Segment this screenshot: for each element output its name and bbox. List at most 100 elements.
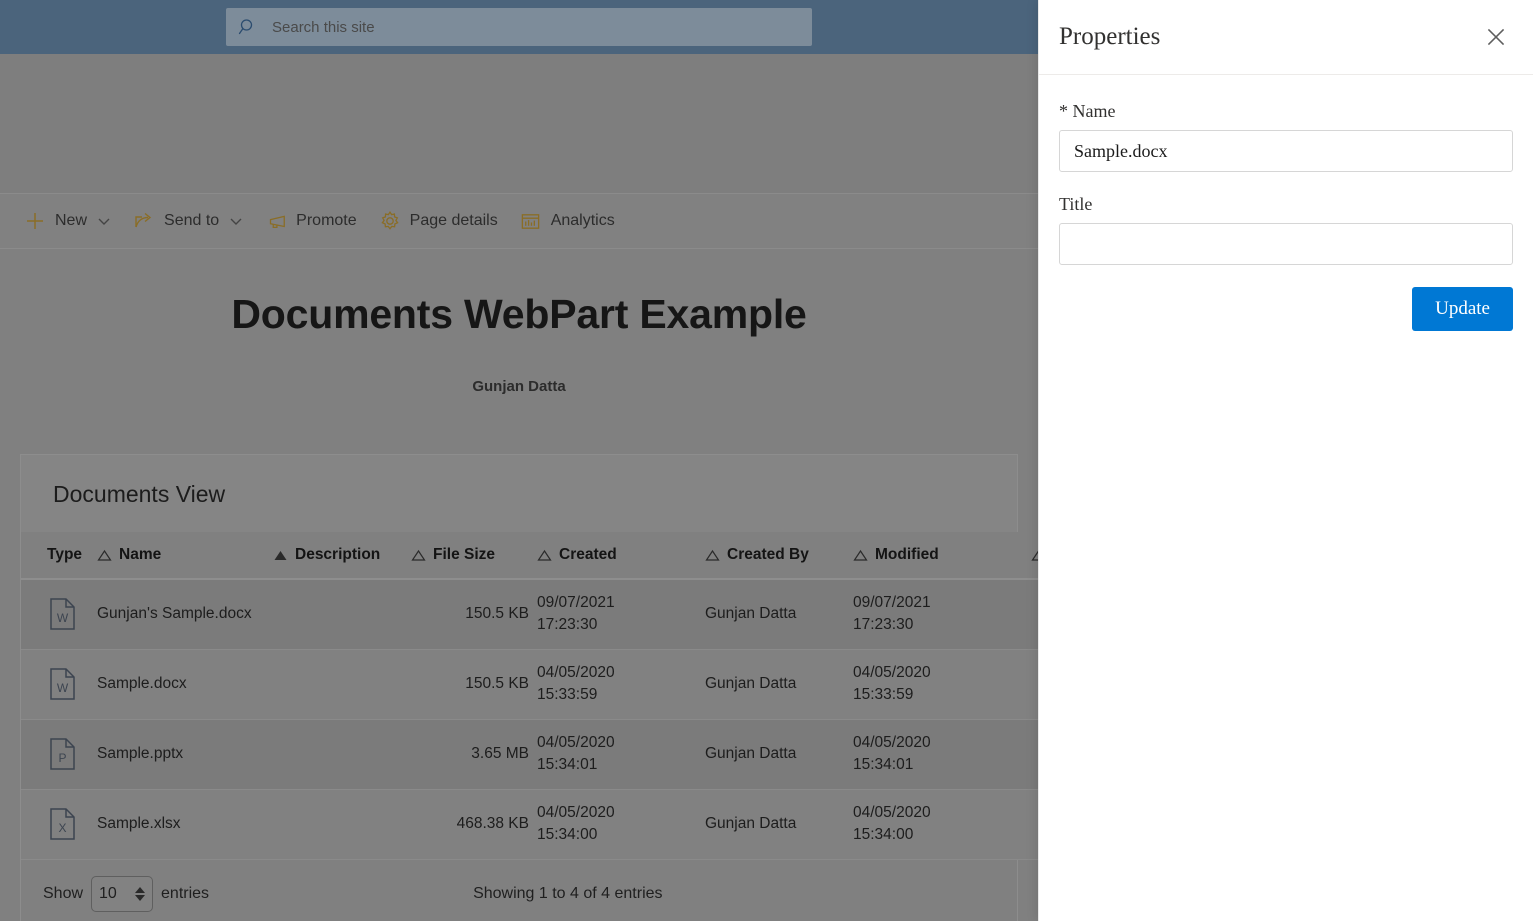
cell-created-date: 04/05/2020 (537, 663, 615, 681)
close-icon[interactable] (1479, 20, 1513, 54)
command-promote[interactable]: Promote (255, 201, 366, 241)
cell-created-time: 17:23:30 (537, 616, 598, 634)
cell-created: 04/05/2020 15:33:59 (537, 649, 705, 720)
column-header-type-label: Type (47, 546, 83, 563)
cell-modified-date: 04/05/2020 (853, 663, 931, 681)
show-entries-control: Show 10 entries (43, 875, 210, 912)
cell-filesize: 468.38 KB (411, 789, 537, 860)
page-title: Documents WebPart Example (231, 291, 807, 337)
column-header-filesize[interactable]: File Size (411, 532, 537, 580)
sort-ascending-icon[interactable] (411, 549, 426, 562)
table-row[interactable]: W Gunjan's Sample.docx 150.5 KB 09/07/20… (21, 579, 1038, 650)
cell-created: 04/05/2020 15:34:00 (537, 789, 705, 860)
sharepoint-page: New Send to (0, 0, 1038, 921)
sort-ascending-icon[interactable] (537, 549, 552, 562)
command-send-to[interactable]: Send to (123, 201, 253, 241)
svg-text:X: X (58, 821, 66, 835)
properties-panel: Properties * Name Title Update (1038, 0, 1533, 921)
cell-description (273, 649, 411, 720)
command-page-details[interactable]: Page details (369, 201, 508, 241)
panel-body: * Name Title Update (1039, 75, 1533, 331)
gear-icon (379, 210, 401, 232)
webpart-title: Documents View (53, 481, 226, 507)
table-row[interactable]: P Sample.pptx 3.65 MB 04/05/2020 15:34:0… (21, 719, 1038, 790)
search-box[interactable] (226, 8, 812, 46)
column-header-created[interactable]: Created (537, 532, 705, 580)
command-promote-label: Promote (296, 212, 357, 229)
column-header-modified[interactable]: Modified (853, 532, 1031, 580)
spinner-down-icon[interactable] (135, 894, 146, 901)
cell-description (273, 719, 411, 790)
page-length-value: 10 (99, 884, 117, 902)
cell-modified: 09/07/2021 17:23:30 (853, 579, 1031, 650)
table-row[interactable]: W Sample.docx 150.5 KB 04/05/2020 15:33:… (21, 649, 1038, 720)
cell-filesize: 150.5 KB (411, 579, 537, 650)
cell-name[interactable]: Sample.docx (97, 649, 273, 720)
sort-ascending-icon[interactable] (705, 549, 720, 562)
cell-modified-time: 15:33:59 (853, 686, 914, 704)
column-header-created-by-label: Created By (727, 546, 809, 563)
cell-modified-by (1031, 789, 1038, 860)
showing-info: Showing 1 to 4 of 4 entries (473, 884, 663, 902)
powerpoint-file-icon: P (47, 737, 89, 771)
spinner-icon[interactable] (135, 886, 146, 901)
command-analytics[interactable]: Analytics (510, 201, 625, 241)
cell-modified: 04/05/2020 15:33:59 (853, 649, 1031, 720)
panel-header: Properties (1039, 0, 1533, 75)
chevron-down-icon (97, 214, 111, 228)
sort-ascending-active-icon[interactable] (273, 549, 288, 562)
cell-created-by: Gunjan Datta (705, 789, 853, 860)
search-input[interactable] (272, 18, 800, 36)
cell-type: W (21, 579, 97, 650)
column-header-type[interactable]: Type (21, 532, 97, 580)
show-entries-suffix: entries (161, 884, 210, 902)
command-analytics-label: Analytics (550, 212, 615, 229)
update-button[interactable]: Update (1412, 287, 1513, 331)
cell-filesize: 3.65 MB (411, 719, 537, 790)
name-field[interactable] (1059, 130, 1513, 172)
cell-created-by: Gunjan Datta (705, 579, 853, 650)
name-field-block: * Name (1059, 101, 1513, 172)
show-entries-prefix: Show (43, 884, 84, 902)
svg-text:W: W (57, 681, 69, 695)
column-header-name[interactable]: Name (97, 532, 273, 580)
column-header-description[interactable]: Description (273, 532, 411, 580)
cell-name[interactable]: Sample.pptx (97, 719, 273, 790)
table-footer: Show 10 entries Showing 1 to 4 of 4 entr… (21, 859, 1017, 921)
cell-type: X (21, 789, 97, 860)
command-new[interactable]: New (14, 201, 121, 241)
documents-webpart: Documents View Type Name Description Fil… (20, 454, 1038, 921)
table-row[interactable]: X Sample.xlsx 468.38 KB 04/05/2020 15:34… (21, 789, 1038, 860)
spinner-up-icon[interactable] (135, 886, 146, 893)
cell-modified-time: 17:23:30 (853, 616, 914, 634)
column-header-modified-by[interactable] (1031, 532, 1038, 580)
cell-modified-date: 04/05/2020 (853, 733, 931, 751)
cell-modified-time: 15:34:00 (853, 826, 914, 844)
plus-icon (24, 210, 46, 232)
command-page-details-label: Page details (409, 212, 498, 229)
command-new-label: New (55, 212, 88, 229)
svg-text:W: W (57, 611, 69, 625)
command-send-to-label: Send to (164, 212, 220, 229)
cell-modified-by (1031, 649, 1038, 720)
page-length-select[interactable]: 10 (91, 875, 154, 912)
column-header-created-by[interactable]: Created By (705, 532, 853, 580)
cell-modified-date: 09/07/2021 (853, 594, 931, 611)
site-header-band (0, 54, 1038, 193)
suite-bar (0, 0, 1038, 54)
cell-created: 09/07/2021 17:23:30 (537, 579, 705, 650)
table-body: W Gunjan's Sample.docx 150.5 KB 09/07/20… (21, 579, 1038, 860)
word-file-icon: W (47, 667, 89, 701)
sort-ascending-icon[interactable] (1031, 549, 1038, 562)
excel-file-icon: X (47, 807, 89, 841)
cell-name[interactable]: Sample.xlsx (97, 789, 273, 860)
title-field[interactable] (1059, 223, 1513, 265)
sort-ascending-icon[interactable] (97, 549, 112, 562)
cell-created-by: Gunjan Datta (705, 719, 853, 790)
word-file-icon: W (47, 597, 89, 631)
sort-ascending-icon[interactable] (853, 549, 868, 562)
cell-name[interactable]: Gunjan's Sample.docx (97, 579, 273, 650)
cell-modified: 04/05/2020 15:34:00 (853, 789, 1031, 860)
svg-text:P: P (58, 751, 66, 765)
page-canvas: Documents WebPart Example Gunjan Datta D… (0, 249, 1038, 921)
